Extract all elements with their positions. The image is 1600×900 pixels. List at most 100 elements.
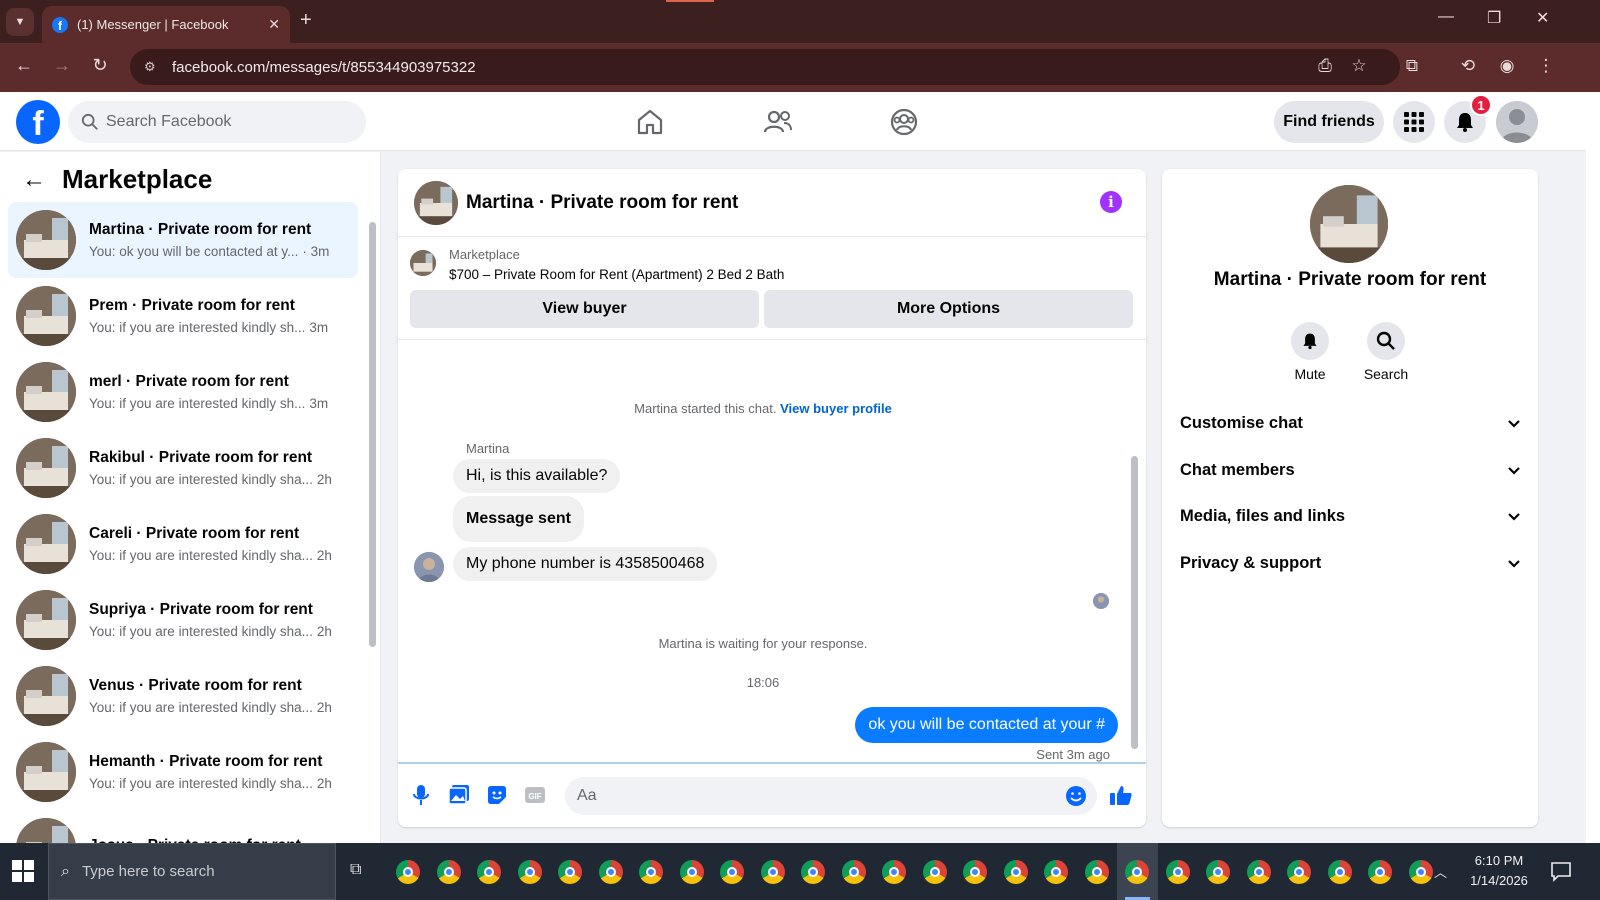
view-buyer-profile-link[interactable]: View buyer profile <box>780 401 892 416</box>
taskbar-chrome-window[interactable] <box>996 843 1037 900</box>
extension-icon[interactable]: ⟲ <box>1457 56 1479 76</box>
taskbar-chrome-window[interactable] <box>712 843 753 900</box>
sender-avatar[interactable] <box>414 552 444 582</box>
bookmark-star-icon[interactable]: ☆ <box>1348 56 1370 76</box>
back-button[interactable]: ← <box>12 55 36 76</box>
conversation-item[interactable]: Rakibul · Private room for rent You: if y… <box>8 430 358 506</box>
conversation-item[interactable]: Careli · Private room for rent You: if yo… <box>8 506 358 582</box>
emoji-icon[interactable] <box>1065 785 1087 807</box>
media-files-links-section[interactable]: Media, files and links <box>1180 497 1522 535</box>
taskbar-chrome-window[interactable] <box>1077 843 1118 900</box>
taskbar-chrome-window[interactable] <box>1198 843 1239 900</box>
taskbar-chrome-window[interactable] <box>1320 843 1361 900</box>
taskbar-chrome-window[interactable] <box>388 843 429 900</box>
conversation-item[interactable]: Hemanth · Private room for rent You: if y… <box>8 734 358 810</box>
menu-grid-button[interactable] <box>1393 101 1435 143</box>
minimize-button[interactable]: — <box>1438 8 1454 26</box>
close-window-button[interactable]: ✕ <box>1536 8 1549 28</box>
friends-icon[interactable] <box>762 106 794 138</box>
message-input[interactable] <box>577 787 1047 805</box>
taskbar-chrome-window[interactable] <box>1279 843 1320 900</box>
taskbar-chrome-window[interactable] <box>469 843 510 900</box>
taskbar-chrome-window[interactable] <box>591 843 632 900</box>
profile-icon[interactable]: ◉ <box>1496 56 1518 76</box>
taskbar-chrome-window[interactable] <box>1117 843 1158 900</box>
taskbar-chrome-window[interactable] <box>874 843 915 900</box>
new-tab-button[interactable]: + <box>300 9 312 32</box>
taskbar-chrome-window[interactable] <box>834 843 875 900</box>
groups-icon[interactable] <box>888 106 920 138</box>
page-scrollbar[interactable] <box>1586 92 1600 843</box>
sticker-icon[interactable] <box>484 782 510 808</box>
photo-icon[interactable] <box>446 782 472 808</box>
taskbar-chrome-window[interactable] <box>955 843 996 900</box>
gif-icon[interactable]: GIF <box>522 782 548 808</box>
outgoing-message[interactable]: ok you will be contacted at your # <box>855 707 1118 743</box>
conversation-item[interactable]: Josua · Private room for rent <box>8 810 358 843</box>
mute-action[interactable]: Mute <box>1275 322 1345 382</box>
taskbar-search[interactable]: ⌕ Type here to search <box>48 843 336 900</box>
install-app-icon[interactable]: ⎙ <box>1314 56 1336 76</box>
conversation-item[interactable]: merl · Private room for rent You: if you … <box>8 354 358 430</box>
taskbar-chrome-window[interactable] <box>1036 843 1077 900</box>
home-icon[interactable] <box>634 106 666 138</box>
facebook-logo-icon[interactable]: f <box>16 100 60 144</box>
taskbar-chrome-window[interactable] <box>429 843 470 900</box>
more-options-button[interactable]: More Options <box>764 290 1133 328</box>
search-label: Search <box>1363 366 1409 382</box>
taskbar-chrome-window[interactable] <box>1360 843 1401 900</box>
chat-avatar[interactable] <box>414 180 458 225</box>
view-buyer-button[interactable]: View buyer <box>410 290 759 328</box>
back-arrow-icon[interactable]: ← <box>22 166 46 194</box>
show-hidden-icons[interactable]: ︿ <box>1434 843 1447 900</box>
browser-tab[interactable]: f (1) Messenger | Facebook ✕ <box>42 6 290 43</box>
privacy-support-section[interactable]: Privacy & support <box>1180 544 1522 582</box>
taskbar-chrome-window[interactable] <box>631 843 672 900</box>
menu-icon[interactable]: ⋮ <box>1535 56 1557 76</box>
taskbar-chrome-window[interactable] <box>672 843 713 900</box>
conversation-item[interactable]: Prem · Private room for rent You: if you … <box>8 278 358 354</box>
taskbar-chrome-window[interactable] <box>1158 843 1199 900</box>
conversation-item[interactable]: Supriya · Private room for rent You: if y… <box>8 582 358 658</box>
chrome-icon <box>760 859 785 884</box>
notification-center-icon[interactable] <box>1550 860 1572 882</box>
site-info-icon[interactable]: ⚙ <box>144 59 160 75</box>
chrome-icon <box>1165 859 1190 884</box>
chat-members-section[interactable]: Chat members <box>1180 451 1522 489</box>
taskbar-chrome-window[interactable] <box>753 843 794 900</box>
task-view-icon[interactable]: ⧉ <box>350 861 370 881</box>
customise-chat-section[interactable]: Customise chat <box>1180 404 1522 442</box>
taskbar-chrome-window[interactable] <box>510 843 551 900</box>
incoming-message[interactable]: Message sent <box>453 496 584 542</box>
like-thumb-icon[interactable] <box>1108 782 1134 808</box>
incoming-message[interactable]: Hi, is this available? <box>453 459 621 493</box>
taskbar-chrome-window[interactable] <box>550 843 591 900</box>
listing-title[interactable]: $700 – Private Room for Rent (Apartment)… <box>449 267 784 282</box>
taskbar-chrome-window[interactable] <box>915 843 956 900</box>
address-bar[interactable]: ⚙ facebook.com/messages/t/85534490397532… <box>130 49 1400 85</box>
taskbar-chrome-window[interactable] <box>1239 843 1280 900</box>
chat-scrollbar[interactable] <box>1128 341 1140 761</box>
facebook-search[interactable] <box>68 101 366 143</box>
forward-button[interactable]: → <box>50 55 74 76</box>
profile-avatar[interactable] <box>1310 185 1388 263</box>
incoming-message[interactable]: My phone number is 4358500468 <box>453 547 718 581</box>
taskbar-chrome-window[interactable] <box>793 843 834 900</box>
account-avatar[interactable] <box>1496 101 1538 143</box>
search-action[interactable]: Search <box>1351 322 1421 382</box>
search-input[interactable] <box>106 113 346 131</box>
sidebar-scrollbar[interactable] <box>366 207 378 843</box>
taskbar-clock[interactable]: 6:10 PM 1/14/2026 <box>1464 851 1534 891</box>
tab-search-button[interactable]: ▼ <box>6 8 34 36</box>
close-tab-icon[interactable]: ✕ <box>268 16 280 33</box>
info-icon[interactable]: i <box>1100 191 1122 213</box>
chat-title[interactable]: Martina · Private room for rent <box>466 192 738 214</box>
find-friends-button[interactable]: Find friends <box>1274 101 1384 143</box>
reload-button[interactable]: ↻ <box>88 55 112 76</box>
conversation-item[interactable]: Martina · Private room for rent You: ok y… <box>8 202 358 278</box>
conversation-item[interactable]: Venus · Private room for rent You: if you… <box>8 658 358 734</box>
extensions-icon[interactable]: ⧉ <box>1401 56 1423 76</box>
restore-button[interactable]: ❐ <box>1487 8 1501 28</box>
windows-start-icon[interactable] <box>12 860 34 882</box>
microphone-icon[interactable] <box>408 782 434 808</box>
